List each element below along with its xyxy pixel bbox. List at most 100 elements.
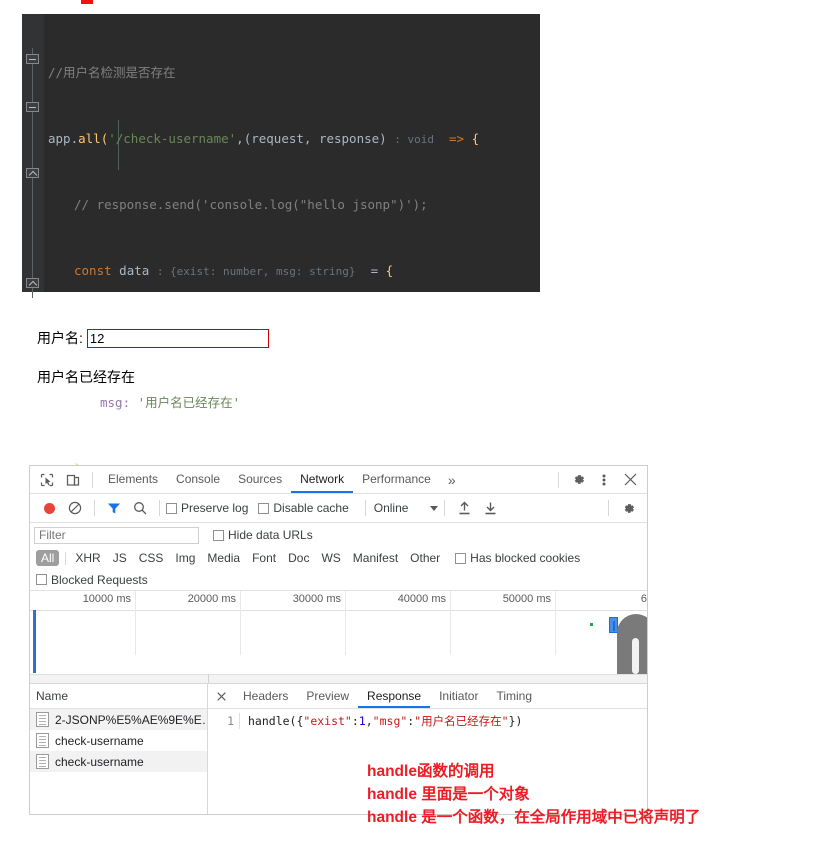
code-line-4: const data : {exist: number, msg: string… bbox=[74, 263, 394, 278]
username-form-row: 用户名: bbox=[37, 328, 269, 348]
filter-type-css[interactable]: CSS bbox=[134, 550, 169, 566]
panel-splitter[interactable] bbox=[30, 675, 647, 684]
annotation-line-2: handle 里面是一个对象 bbox=[367, 786, 530, 803]
device-toolbar-icon[interactable] bbox=[60, 468, 86, 492]
search-icon[interactable] bbox=[127, 496, 153, 520]
request-name: check-username bbox=[55, 754, 144, 769]
checkbox-box bbox=[213, 529, 224, 541]
clear-icon[interactable] bbox=[62, 496, 88, 520]
hide-data-urls-label: Hide data URLs bbox=[228, 528, 313, 542]
filter-type-img[interactable]: Img bbox=[170, 550, 200, 566]
fold-marker-4[interactable] bbox=[26, 278, 39, 288]
top-red-sliver bbox=[81, 0, 93, 4]
filter-type-other[interactable]: Other bbox=[405, 550, 445, 566]
devtools-tabbar: Elements Console Sources Network Perform… bbox=[30, 466, 647, 494]
timeline-tick: 40000 ms bbox=[345, 591, 451, 655]
devtools-tab-list: Elements Console Sources Network Perform… bbox=[99, 466, 552, 493]
filter-type-all[interactable]: All bbox=[36, 550, 60, 566]
filter-type-doc[interactable]: Doc bbox=[283, 550, 314, 566]
export-har-icon[interactable] bbox=[477, 496, 503, 520]
column-header-name[interactable]: Name bbox=[30, 684, 207, 709]
detail-tab-initiator[interactable]: Initiator bbox=[430, 685, 487, 708]
tab-sources[interactable]: Sources bbox=[229, 466, 291, 493]
timeline-request-dot bbox=[590, 623, 593, 626]
editor-fold-gutter[interactable] bbox=[22, 14, 44, 298]
fold-marker-2[interactable] bbox=[26, 102, 39, 112]
filter-divider bbox=[65, 551, 67, 565]
filter-type-media[interactable]: Media bbox=[202, 550, 245, 566]
preserve-log-checkbox[interactable]: Preserve log bbox=[166, 501, 248, 515]
fold-marker-3[interactable] bbox=[26, 168, 39, 178]
tab-console[interactable]: Console bbox=[167, 466, 229, 493]
code-editor-panel[interactable]: //用户名检测是否存在 app.all('/check-username',(r… bbox=[22, 14, 540, 806]
tab-performance[interactable]: Performance bbox=[353, 466, 440, 493]
request-name: 2-JSONP%E5%AE%9E%E… bbox=[55, 712, 207, 727]
checkbox-box bbox=[166, 502, 177, 514]
document-icon bbox=[36, 754, 49, 769]
timeline-tick: 10000 ms bbox=[30, 591, 136, 655]
throttling-select[interactable]: Online bbox=[374, 501, 439, 515]
import-har-icon[interactable] bbox=[451, 496, 477, 520]
filter-type-xhr[interactable]: XHR bbox=[70, 550, 105, 566]
code-line-1: //用户名检测是否存在 bbox=[48, 65, 176, 80]
chevron-down-icon bbox=[430, 505, 439, 511]
timeline-ruler: 10000 ms 20000 ms 30000 ms 40000 ms 5000… bbox=[30, 591, 647, 655]
detail-tab-headers[interactable]: Headers bbox=[234, 685, 297, 708]
table-row[interactable]: check-username bbox=[30, 751, 207, 772]
tab-elements[interactable]: Elements bbox=[99, 466, 167, 493]
tab-network[interactable]: Network bbox=[291, 466, 353, 493]
username-input[interactable] bbox=[86, 328, 269, 348]
kebab-menu-icon[interactable] bbox=[591, 468, 617, 492]
detail-tab-timing[interactable]: Timing bbox=[487, 685, 541, 708]
disable-cache-checkbox[interactable]: Disable cache bbox=[258, 501, 349, 515]
more-tabs-icon[interactable]: » bbox=[440, 472, 464, 488]
record-button[interactable] bbox=[36, 496, 62, 520]
fold-marker-1[interactable] bbox=[26, 54, 39, 64]
table-row[interactable]: check-username bbox=[30, 730, 207, 751]
tick-label: 10000 ms bbox=[82, 593, 131, 605]
tick-label: 6 bbox=[640, 593, 647, 605]
preserve-log-label: Preserve log bbox=[181, 501, 249, 515]
document-icon bbox=[36, 733, 49, 748]
filter-type-ws[interactable]: WS bbox=[316, 550, 345, 566]
response-value-exist: 1 bbox=[358, 714, 366, 728]
tick-label: 20000 ms bbox=[187, 593, 236, 605]
check-result-text: 用户名已经存在 bbox=[37, 369, 135, 385]
has-blocked-cookies-checkbox[interactable]: Has blocked cookies bbox=[455, 551, 580, 565]
inspect-element-icon[interactable] bbox=[34, 468, 60, 492]
network-settings-gear-icon[interactable] bbox=[615, 496, 641, 520]
response-line-number: 1 bbox=[208, 713, 240, 729]
request-detail-tabbar: Headers Preview Response Initiator Timin… bbox=[208, 684, 647, 709]
requests-name-column: Name 2-JSONP%E5%AE%9E%E… check-username … bbox=[30, 684, 208, 814]
response-body[interactable]: 1 handle({"exist":1,"msg":"用户名已经存在"}) bbox=[208, 709, 647, 729]
response-comma: , bbox=[365, 714, 373, 728]
close-icon[interactable] bbox=[617, 468, 643, 492]
disable-cache-label: Disable cache bbox=[273, 501, 349, 515]
blocked-requests-row: Blocked Requests bbox=[30, 569, 647, 591]
close-detail-icon[interactable] bbox=[212, 687, 230, 705]
network-overview-timeline[interactable]: 10000 ms 20000 ms 30000 ms 40000 ms 5000… bbox=[30, 591, 647, 675]
toolbar-divider-2 bbox=[558, 471, 559, 488]
filter-icon[interactable] bbox=[101, 496, 127, 520]
blocked-requests-label: Blocked Requests bbox=[51, 572, 148, 587]
response-colon-1: : bbox=[351, 714, 359, 728]
username-label: 用户名: bbox=[37, 330, 83, 346]
detail-tab-preview[interactable]: Preview bbox=[297, 685, 358, 708]
gear-icon[interactable] bbox=[565, 468, 591, 492]
detail-tab-response[interactable]: Response bbox=[358, 685, 430, 708]
filter-input[interactable] bbox=[34, 526, 199, 544]
filter-type-manifest[interactable]: Manifest bbox=[348, 550, 403, 566]
tick-label: 50000 ms bbox=[502, 593, 551, 605]
overlay-scrollbar[interactable] bbox=[617, 614, 647, 674]
blocked-requests-checkbox[interactable]: Blocked Requests bbox=[36, 573, 148, 587]
code-line-2: app.all('/check-username',(request, resp… bbox=[48, 131, 480, 146]
screenshot-root: //用户名检测是否存在 app.all('/check-username',(r… bbox=[0, 0, 817, 853]
hide-data-urls-checkbox[interactable]: Hide data URLs bbox=[213, 528, 313, 542]
checkbox-box bbox=[455, 552, 467, 564]
checkbox-box bbox=[36, 574, 47, 585]
filter-type-js[interactable]: JS bbox=[108, 550, 132, 566]
filter-type-font[interactable]: Font bbox=[247, 550, 281, 566]
table-row[interactable]: 2-JSONP%E5%AE%9E%E… bbox=[30, 709, 207, 730]
controls-divider-5 bbox=[608, 500, 609, 516]
controls-divider-4 bbox=[444, 500, 446, 516]
